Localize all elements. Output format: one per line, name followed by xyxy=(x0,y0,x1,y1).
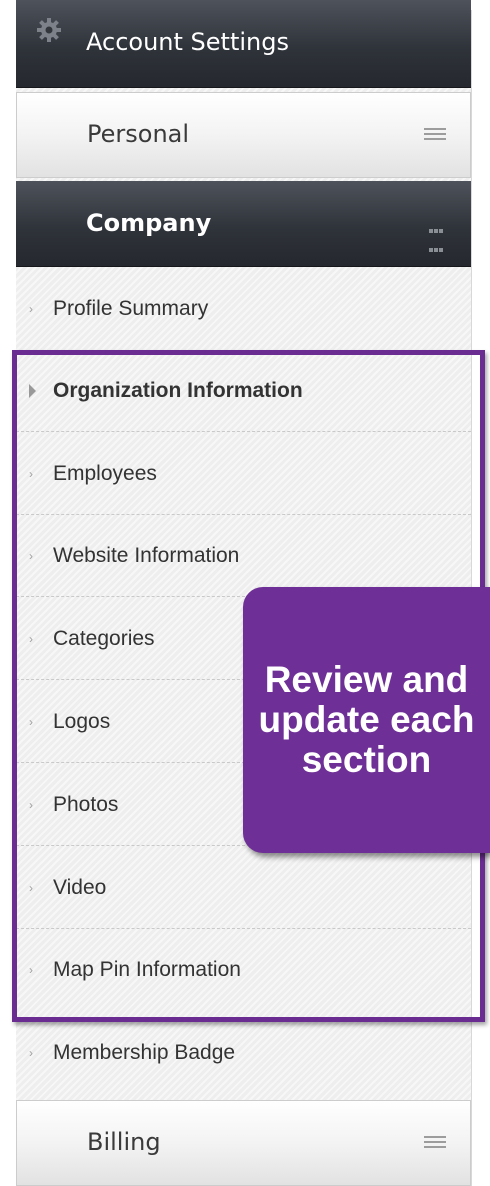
chevron-right-icon: › xyxy=(29,880,33,895)
section-billing-label: Billing xyxy=(87,1128,161,1156)
chevron-right-icon: › xyxy=(29,1046,33,1060)
nav-item-employees[interactable]: › Employees xyxy=(16,433,471,515)
nav-item-organization-information[interactable]: Organization Information xyxy=(16,350,471,432)
nav-item-membership-badge[interactable]: › Membership Badge xyxy=(16,1012,471,1094)
triangle-right-icon xyxy=(29,383,36,398)
nav-item-label: Logos xyxy=(53,709,111,733)
nav-item-label: Photos xyxy=(53,792,119,816)
section-personal[interactable]: Personal xyxy=(16,92,471,178)
menu-lines-icon xyxy=(424,1136,446,1150)
nav-item-label: Video xyxy=(53,875,107,899)
section-company[interactable]: Company xyxy=(16,181,471,267)
nav-item-label: Map Pin Information xyxy=(53,958,241,981)
nav-item-label: Membership Badge xyxy=(53,1041,236,1064)
nav-item-label: Organization Information xyxy=(53,378,303,402)
gear-icon xyxy=(37,18,61,42)
chevron-right-icon: › xyxy=(29,466,33,481)
section-billing[interactable]: Billing xyxy=(16,1100,471,1186)
callout-box: Review and update each section xyxy=(243,587,490,853)
section-personal-label: Personal xyxy=(87,120,190,148)
nav-item-video[interactable]: › Video xyxy=(16,847,471,929)
nav-item-website-information[interactable]: › Website Information xyxy=(16,515,471,597)
chevron-right-icon: › xyxy=(29,548,33,563)
chevron-right-icon: › xyxy=(29,302,33,316)
nav-item-label: Categories xyxy=(53,626,155,650)
grid-icon xyxy=(429,219,445,252)
menu-lines-icon xyxy=(424,128,446,142)
chevron-right-icon: › xyxy=(29,797,33,812)
chevron-right-icon: › xyxy=(29,714,33,729)
nav-item-label: Profile Summary xyxy=(53,297,209,320)
nav-item-profile-summary[interactable]: › Profile Summary xyxy=(16,268,471,350)
account-settings-title: Account Settings xyxy=(86,28,289,56)
callout-text: Review and update each section xyxy=(258,659,475,780)
nav-item-map-pin-information[interactable]: › Map Pin Information xyxy=(16,929,471,1011)
chevron-right-icon: › xyxy=(29,631,33,646)
nav-item-label: Website Information xyxy=(53,543,240,567)
section-company-label: Company xyxy=(86,209,212,237)
account-settings-header: Account Settings xyxy=(16,0,471,88)
nav-item-label: Employees xyxy=(53,461,157,485)
chevron-right-icon: › xyxy=(29,963,33,977)
